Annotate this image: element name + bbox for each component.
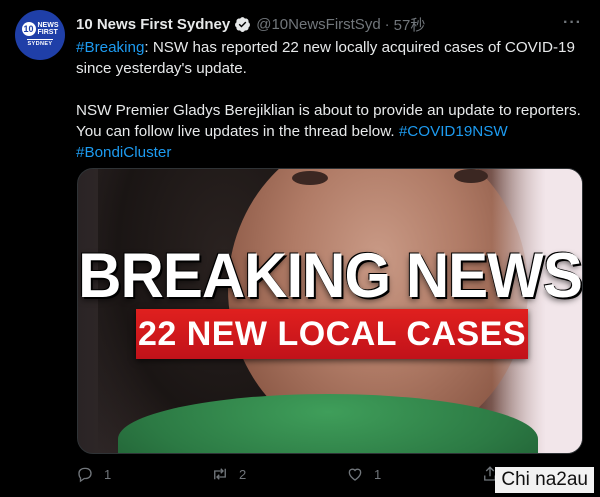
account-name[interactable]: 10 News First Sydney: [76, 16, 230, 33]
avatar-number: 10: [21, 21, 36, 36]
reply-count: 1: [104, 466, 112, 482]
tweet-paragraph-2: NSW Premier Gladys Berejiklian is about …: [76, 100, 586, 163]
timestamp[interactable]: 57秒: [394, 14, 426, 35]
retweet-icon: [214, 468, 226, 480]
tweet-header: 10 News First Sydney @10NewsFirstSyd · 5…: [76, 13, 590, 35]
account-handle[interactable]: @10NewsFirstSyd: [256, 16, 380, 33]
tweet-text: #Breaking: NSW has reported 22 new local…: [76, 37, 586, 163]
hashtag-link[interactable]: #BondiCluster: [76, 144, 171, 161]
image-banner: 22 NEW LOCAL CASES: [136, 309, 528, 359]
reply-button[interactable]: 1: [76, 465, 211, 483]
hashtag-link[interactable]: #COVID19NSW: [399, 123, 508, 140]
image-headline: BREAKING NEWS: [78, 240, 582, 311]
photo-eye: [454, 169, 488, 183]
avatar-brand-line1: NEWS: [37, 21, 59, 29]
retweet-count: 2: [239, 466, 247, 482]
hashtag-link[interactable]: #Breaking: [76, 39, 144, 56]
avatar-logo: 10 NEWS FIRST: [21, 21, 59, 36]
avatar-brand: NEWS FIRST: [38, 22, 59, 36]
like-icon: [348, 468, 362, 481]
tweet-actions: 1 2 1: [76, 462, 516, 486]
separator-dot: ·: [384, 15, 390, 33]
verified-badge-icon: [235, 16, 251, 32]
tweet-text-line1: : NSW has reported 22 new locally acquir…: [76, 39, 575, 77]
like-count: 1: [374, 466, 382, 482]
retweet-button[interactable]: 2: [211, 465, 346, 483]
tweet-paragraph-1: #Breaking: NSW has reported 22 new local…: [76, 37, 586, 79]
watermark: Chi na2au: [495, 467, 594, 493]
photo-eye: [292, 171, 328, 185]
more-icon[interactable]: ···: [563, 14, 582, 32]
avatar[interactable]: 10 NEWS FIRST SYDNEY: [15, 10, 65, 60]
avatar-brand-line2: FIRST: [37, 28, 58, 36]
avatar-city: SYDNEY: [27, 38, 53, 47]
like-button[interactable]: 1: [346, 465, 481, 483]
tweet-image[interactable]: BREAKING NEWS 22 NEW LOCAL CASES: [77, 168, 583, 454]
reply-icon: [78, 467, 92, 483]
